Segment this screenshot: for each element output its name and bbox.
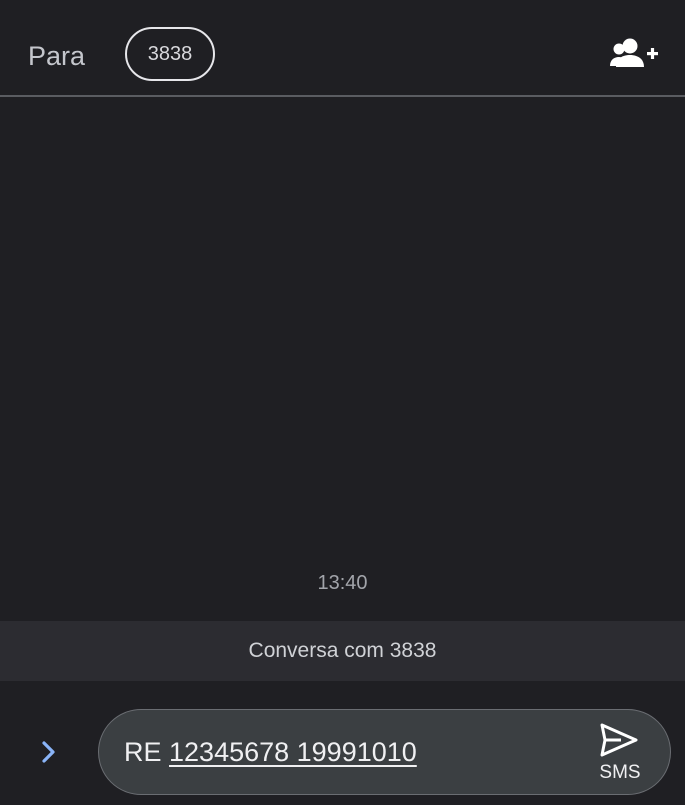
conversation-banner-text: Conversa com 3838 [248, 639, 437, 662]
send-icon [600, 723, 638, 757]
message-text-prefix: RE [124, 737, 170, 767]
person-add-icon [610, 38, 658, 67]
to-label: Para [28, 41, 86, 71]
message-timestamp: 13:40 [317, 572, 368, 594]
messaging-screen: Para 3838 13:40 Conversa com 3838 RE 123… [0, 0, 685, 805]
chevron-right-icon [42, 741, 55, 763]
message-input[interactable]: RE 12345678 19991010 SMS [98, 709, 671, 795]
recipient-chip[interactable]: 3838 [125, 27, 215, 81]
expand-button[interactable] [34, 737, 64, 767]
message-text-underlined: 12345678 19991010 [169, 737, 417, 767]
send-sms-button[interactable]: SMS [593, 720, 653, 788]
recipient-header: Para 3838 [0, 0, 685, 97]
add-contact-button[interactable] [608, 36, 660, 76]
recipient-number: 3838 [147, 42, 193, 65]
composer-area: RE 12345678 19991010 SMS [0, 681, 685, 805]
conversation-banner: Conversa com 3838 [0, 621, 685, 681]
send-label: SMS [599, 762, 641, 783]
message-thread: 13:40 Conversa com 3838 [0, 97, 685, 681]
message-text[interactable]: RE 12345678 19991010 [124, 737, 417, 768]
